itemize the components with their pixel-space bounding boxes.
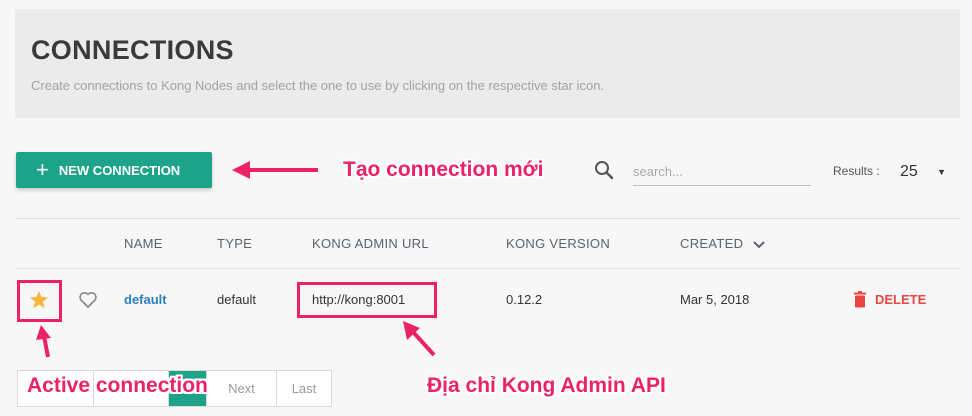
annotation-admin-api: Địa chỉ Kong Admin API [427,374,666,397]
annotation-arrows [36,161,436,358]
annotation-new-connection: Tạo connection mới [343,158,544,181]
annotation-active-connection: Active connection [27,374,208,397]
